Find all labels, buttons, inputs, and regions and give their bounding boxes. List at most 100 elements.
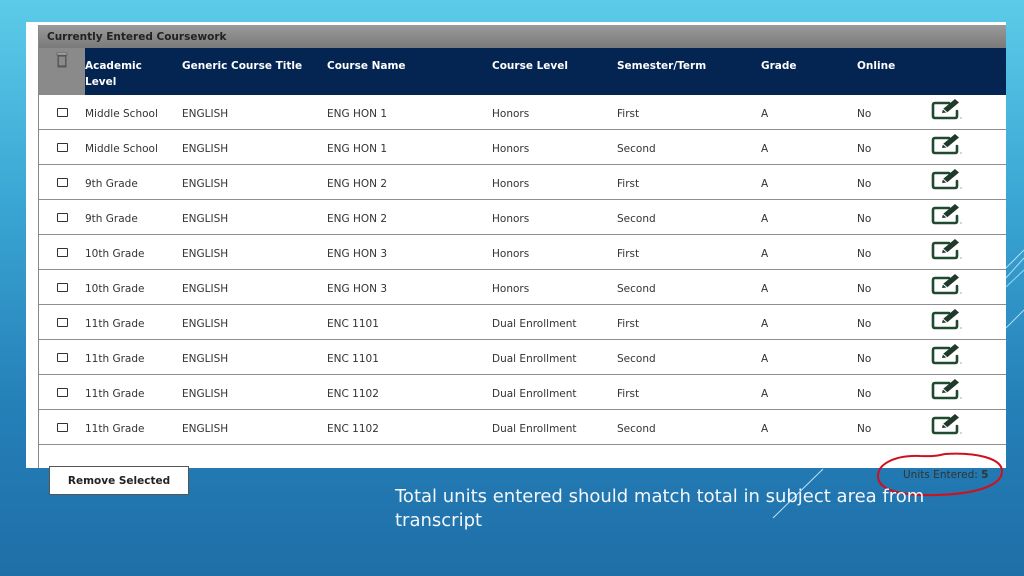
column-header-course-name[interactable]: Course Name [327,48,492,95]
cell-generic-course-title: ENGLISH [182,304,327,340]
cell-course-level: Honors [492,234,617,270]
column-header-grade[interactable]: Grade [761,48,857,95]
cell-semester-term: Second [617,409,761,445]
cell-generic-course-title: ENGLISH [182,95,327,130]
cell-semester-term: Second [617,129,761,165]
column-header-generic-course-title[interactable]: Generic Course Title [182,48,327,95]
row-select-cell [39,374,85,410]
column-header-academic-level[interactable]: Academic Level [85,48,182,95]
coursework-table: Academic Level Generic Course Title Cour… [39,48,1006,445]
cell-course-name: ENC 1102 [327,374,492,410]
row-select-cell [39,95,85,130]
row-checkbox[interactable] [56,213,68,222]
cell-generic-course-title: ENGLISH [182,234,327,270]
cell-course-level: Honors [492,129,617,165]
row-checkbox[interactable] [56,283,68,292]
cell-grade: A [761,95,857,130]
cell-semester-term: Second [617,339,761,375]
row-select-cell [39,409,85,445]
remove-selected-button[interactable]: Remove Selected [49,466,189,495]
row-checkbox[interactable] [56,108,68,117]
row-checkbox[interactable] [56,178,68,187]
edit-icon[interactable] [931,413,963,435]
cell-semester-term: Second [617,269,761,305]
cell-semester-term: First [617,374,761,410]
cell-grade: A [761,409,857,445]
cell-grade: A [761,339,857,375]
cell-academic-level: 10th Grade [85,269,182,305]
row-checkbox[interactable] [56,143,68,152]
cell-grade: A [761,129,857,165]
cell-online: No [857,409,931,445]
edit-icon[interactable] [931,98,963,120]
cell-course-name: ENG HON 3 [327,269,492,305]
cell-semester-term: First [617,304,761,340]
cell-edit [931,234,1006,270]
cell-grade: A [761,304,857,340]
row-select-cell [39,234,85,270]
cell-course-level: Honors [492,164,617,200]
cell-online: No [857,269,931,305]
edit-icon[interactable] [931,343,963,365]
cell-academic-level: 10th Grade [85,234,182,270]
edit-icon[interactable] [931,238,963,260]
cell-online: No [857,164,931,200]
cell-semester-term: First [617,164,761,200]
row-checkbox[interactable] [56,318,68,327]
cell-generic-course-title: ENGLISH [182,129,327,165]
table-row: 11th Grade ENGLISH ENC 1101 Dual Enrollm… [39,304,1006,340]
coursework-panel: Currently Entered Coursework Academic Le… [26,22,1006,497]
row-checkbox[interactable] [56,248,68,257]
column-header-course-level[interactable]: Course Level [492,48,617,95]
column-header-semester-term[interactable]: Semester/Term [617,48,761,95]
cell-grade: A [761,374,857,410]
cell-generic-course-title: ENGLISH [182,269,327,305]
cell-edit [931,339,1006,375]
cell-course-level: Dual Enrollment [492,409,617,445]
edit-icon[interactable] [931,203,963,225]
slide-note: Total units entered should match total i… [395,486,925,531]
cell-grade: A [761,269,857,305]
row-select-cell [39,269,85,305]
cell-grade: A [761,234,857,270]
table-row: 11th Grade ENGLISH ENC 1102 Dual Enrollm… [39,374,1006,410]
cell-academic-level: 11th Grade [85,304,182,340]
table-row: 9th Grade ENGLISH ENG HON 2 Honors Secon… [39,199,1006,235]
cell-generic-course-title: ENGLISH [182,164,327,200]
select-column-header[interactable] [39,48,85,95]
trash-icon [56,52,68,68]
row-checkbox[interactable] [56,423,68,432]
cell-generic-course-title: ENGLISH [182,409,327,445]
cell-online: No [857,95,931,130]
cell-edit [931,199,1006,235]
table-row: 9th Grade ENGLISH ENG HON 2 Honors First… [39,164,1006,200]
cell-academic-level: 9th Grade [85,199,182,235]
column-header-edit [931,48,1006,95]
edit-icon[interactable] [931,378,963,400]
cell-academic-level: 9th Grade [85,164,182,200]
row-select-cell [39,304,85,340]
edit-icon[interactable] [931,308,963,330]
row-checkbox[interactable] [56,388,68,397]
cell-course-name: ENC 1101 [327,304,492,340]
row-checkbox[interactable] [56,353,68,362]
cell-semester-term: First [617,234,761,270]
row-select-cell [39,199,85,235]
cell-online: No [857,234,931,270]
cell-course-name: ENG HON 3 [327,234,492,270]
cell-grade: A [761,199,857,235]
edit-icon[interactable] [931,273,963,295]
edit-icon[interactable] [931,168,963,190]
edit-icon[interactable] [931,133,963,155]
cell-online: No [857,374,931,410]
cell-edit [931,95,1006,130]
cell-course-level: Dual Enrollment [492,304,617,340]
cell-edit [931,164,1006,200]
table-row: Middle School ENGLISH ENG HON 1 Honors F… [39,95,1006,130]
cell-course-name: ENG HON 2 [327,199,492,235]
cell-edit [931,269,1006,305]
cell-course-level: Honors [492,199,617,235]
cell-course-level: Dual Enrollment [492,374,617,410]
cell-academic-level: Middle School [85,129,182,165]
column-header-online[interactable]: Online [857,48,931,95]
